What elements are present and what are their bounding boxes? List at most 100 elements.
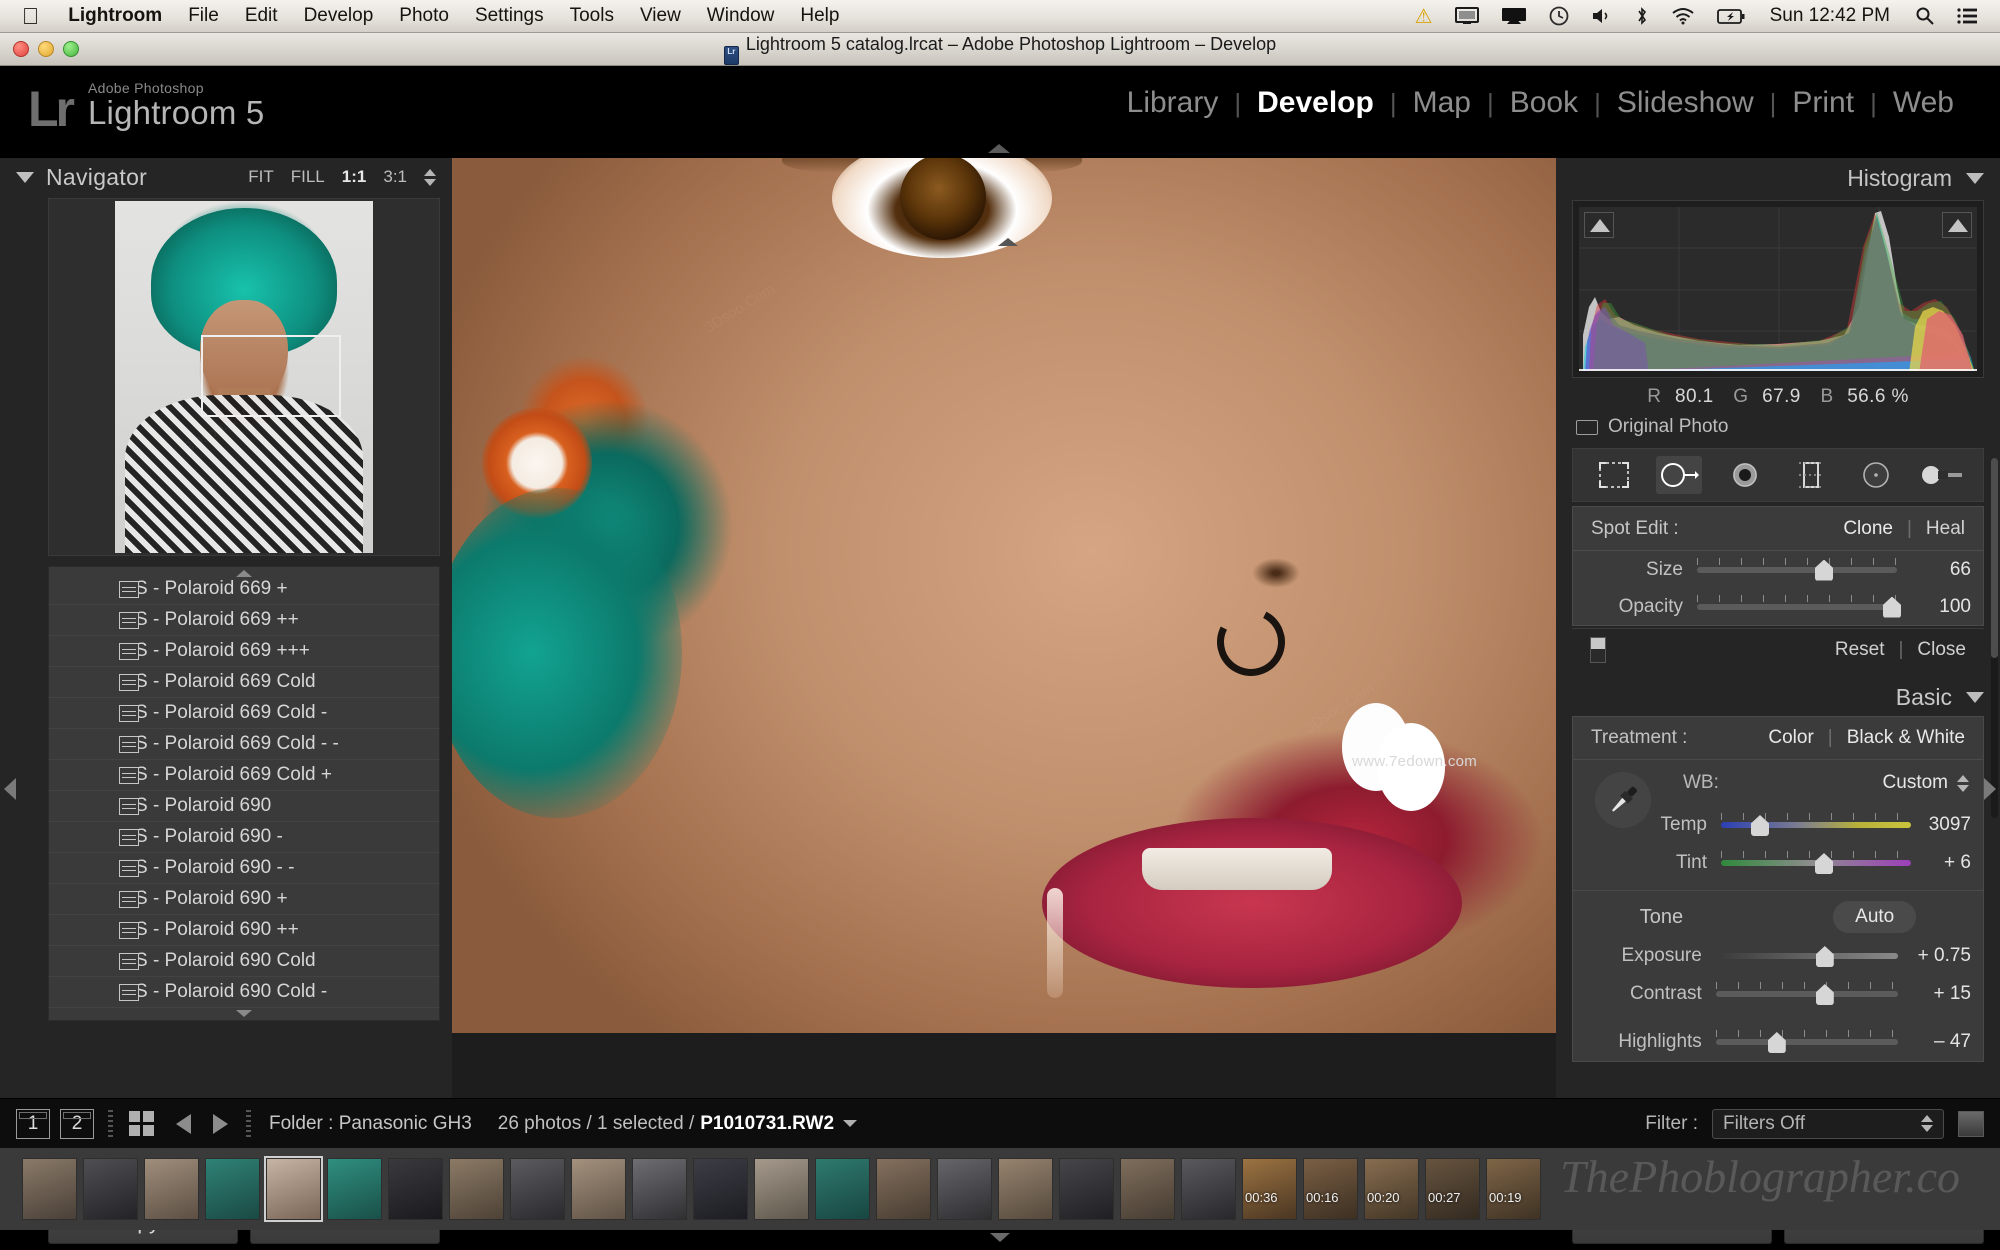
histogram-box[interactable] — [1572, 200, 1984, 378]
preset-label[interactable]: S - Polaroid 690 - — [49, 822, 439, 853]
navigator-crop-rect[interactable] — [201, 335, 341, 417]
red-eye-icon[interactable] — [1722, 456, 1768, 494]
filter-toggle-switch[interactable] — [1958, 1110, 1984, 1137]
menu-item-file[interactable]: File — [175, 5, 232, 27]
filmstrip-toggle-caret[interactable] — [990, 1233, 1010, 1242]
filter-select[interactable]: Filters Off — [1712, 1108, 1944, 1139]
left-panel-collapse-arrow[interactable] — [4, 778, 16, 800]
list-item[interactable] — [388, 1158, 443, 1220]
list-item[interactable]: S - Polaroid 669 ++ — [49, 605, 439, 636]
zoom-stepper-icon[interactable] — [424, 168, 436, 186]
spot-reset-button[interactable]: Reset — [1835, 639, 1885, 661]
airplay-icon[interactable] — [1490, 7, 1538, 25]
wb-stepper-icon[interactable] — [1957, 774, 1969, 792]
menu-item-tools[interactable]: Tools — [557, 5, 627, 27]
apple-icon[interactable]:  — [22, 4, 39, 28]
preset-label[interactable]: S - Polaroid 690 Cold — [49, 946, 439, 977]
top-panel-toggle-caret[interactable] — [988, 144, 1010, 153]
list-item[interactable] — [1059, 1158, 1114, 1220]
radial-filter-icon[interactable] — [1853, 456, 1899, 494]
list-item[interactable] — [22, 1158, 77, 1220]
list-item[interactable] — [693, 1158, 748, 1220]
menu-item-help[interactable]: Help — [787, 5, 852, 27]
slider-knob[interactable] — [1815, 946, 1834, 967]
preset-label[interactable]: S - Polaroid 690 Cold - — [49, 977, 439, 1008]
white-balance-eyedropper-icon[interactable] — [1595, 772, 1651, 828]
menu-item-view[interactable]: View — [627, 5, 694, 27]
list-item[interactable]: S - Polaroid 669 Cold + — [49, 760, 439, 791]
navigator-preview[interactable] — [48, 198, 440, 556]
exposure-value[interactable]: + 0.75 — [1898, 945, 1971, 967]
chevron-down-icon[interactable] — [1966, 172, 1984, 184]
menu-clock[interactable]: Sun 12:42 PM — [1756, 5, 1904, 27]
highlight-clipping-indicator[interactable] — [1942, 212, 1972, 238]
previous-photo-icon[interactable] — [176, 1113, 191, 1134]
adjustment-brush-icon[interactable] — [1919, 456, 1965, 494]
treatment-black-white[interactable]: Black & White — [1847, 727, 1965, 749]
opacity-value[interactable]: 100 — [1915, 596, 1971, 618]
notification-center-icon[interactable] — [1946, 7, 1990, 25]
list-item[interactable] — [937, 1158, 992, 1220]
next-photo-icon[interactable] — [213, 1113, 228, 1134]
drag-handle[interactable] — [108, 1109, 113, 1138]
menu-item-window[interactable]: Window — [694, 5, 788, 27]
list-item[interactable]: 00:19 — [1486, 1158, 1541, 1220]
wb-value-group[interactable]: Custom — [1883, 772, 1969, 794]
preset-label[interactable]: S - Polaroid 669 ++ — [49, 605, 439, 636]
drag-handle[interactable] — [246, 1109, 251, 1138]
list-item[interactable]: S - Polaroid 669 +++ — [49, 636, 439, 667]
list-item[interactable] — [264, 1156, 323, 1222]
tint-value[interactable]: + 6 — [1915, 852, 1971, 874]
search-icon[interactable] — [1904, 6, 1946, 26]
list-item[interactable]: S - Polaroid 690 ++ — [49, 915, 439, 946]
chevron-down-icon[interactable] — [843, 1120, 858, 1127]
list-item[interactable] — [632, 1158, 687, 1220]
list-item[interactable] — [510, 1158, 565, 1220]
module-library[interactable]: Library — [1111, 86, 1235, 120]
spot-mode-clone[interactable]: Clone — [1843, 518, 1893, 540]
warning-icon[interactable]: ⚠ — [1404, 4, 1444, 29]
scrollbar-thumb[interactable] — [1991, 458, 1998, 658]
preset-label[interactable]: S - Polaroid 690 - - — [49, 853, 439, 884]
graduated-filter-icon[interactable] — [1788, 456, 1834, 494]
menu-item-develop[interactable]: Develop — [291, 5, 387, 27]
highlights-slider[interactable] — [1715, 1030, 1899, 1053]
chevron-down-icon[interactable] — [1966, 691, 1984, 703]
grid-view-icon[interactable] — [129, 1111, 154, 1136]
preset-label[interactable]: S - Polaroid 669 Cold — [49, 667, 439, 698]
list-item[interactable]: 00:27 — [1425, 1158, 1480, 1220]
list-item[interactable] — [1120, 1158, 1175, 1220]
module-book[interactable]: Book — [1494, 86, 1594, 120]
highlights-value[interactable]: – 47 — [1898, 1031, 1971, 1053]
right-panel-collapse-arrow[interactable] — [1984, 778, 1996, 800]
module-develop[interactable]: Develop — [1241, 86, 1390, 120]
spot-removal-icon[interactable] — [1656, 456, 1703, 494]
presets-list[interactable]: S - Polaroid 669 + S - Polaroid 669 ++ S… — [48, 566, 440, 1021]
image-preview-area[interactable]: www.7edown.com Tool Overlay : Always Vis… — [452, 158, 1556, 1178]
photo-canvas[interactable]: www.7edown.com — [452, 158, 1556, 1033]
module-map[interactable]: Map — [1397, 86, 1487, 120]
center-toolbar-caret[interactable] — [998, 238, 1018, 246]
list-item[interactable] — [815, 1158, 870, 1220]
shadow-clipping-indicator[interactable] — [1584, 212, 1614, 238]
contrast-slider[interactable] — [1715, 982, 1899, 1005]
preset-scroll-down-icon[interactable] — [236, 1010, 252, 1017]
timemachine-icon[interactable] — [1538, 6, 1580, 26]
bluetooth-icon[interactable] — [1624, 6, 1660, 26]
current-filename[interactable]: P1010731.RW2 — [700, 1113, 834, 1135]
list-item[interactable] — [571, 1158, 626, 1220]
opacity-slider[interactable] — [1697, 594, 1901, 618]
filter-stepper-icon[interactable] — [1921, 1115, 1933, 1132]
size-slider[interactable] — [1697, 557, 1897, 581]
tool-toggle-switch[interactable] — [1590, 636, 1606, 663]
right-panel-scrollbar[interactable] — [1991, 458, 1998, 818]
list-item[interactable]: 00:36 — [1242, 1158, 1297, 1220]
list-item[interactable] — [144, 1158, 199, 1220]
list-item[interactable] — [205, 1158, 260, 1220]
menu-item-edit[interactable]: Edit — [232, 5, 291, 27]
list-item[interactable]: S - Polaroid 669 Cold — [49, 667, 439, 698]
zoom-1-1[interactable]: 1:1 — [342, 167, 367, 187]
preset-label[interactable]: S - Polaroid 690 + — [49, 884, 439, 915]
spot-close-button[interactable]: Close — [1917, 639, 1966, 661]
list-item[interactable] — [1181, 1158, 1236, 1220]
